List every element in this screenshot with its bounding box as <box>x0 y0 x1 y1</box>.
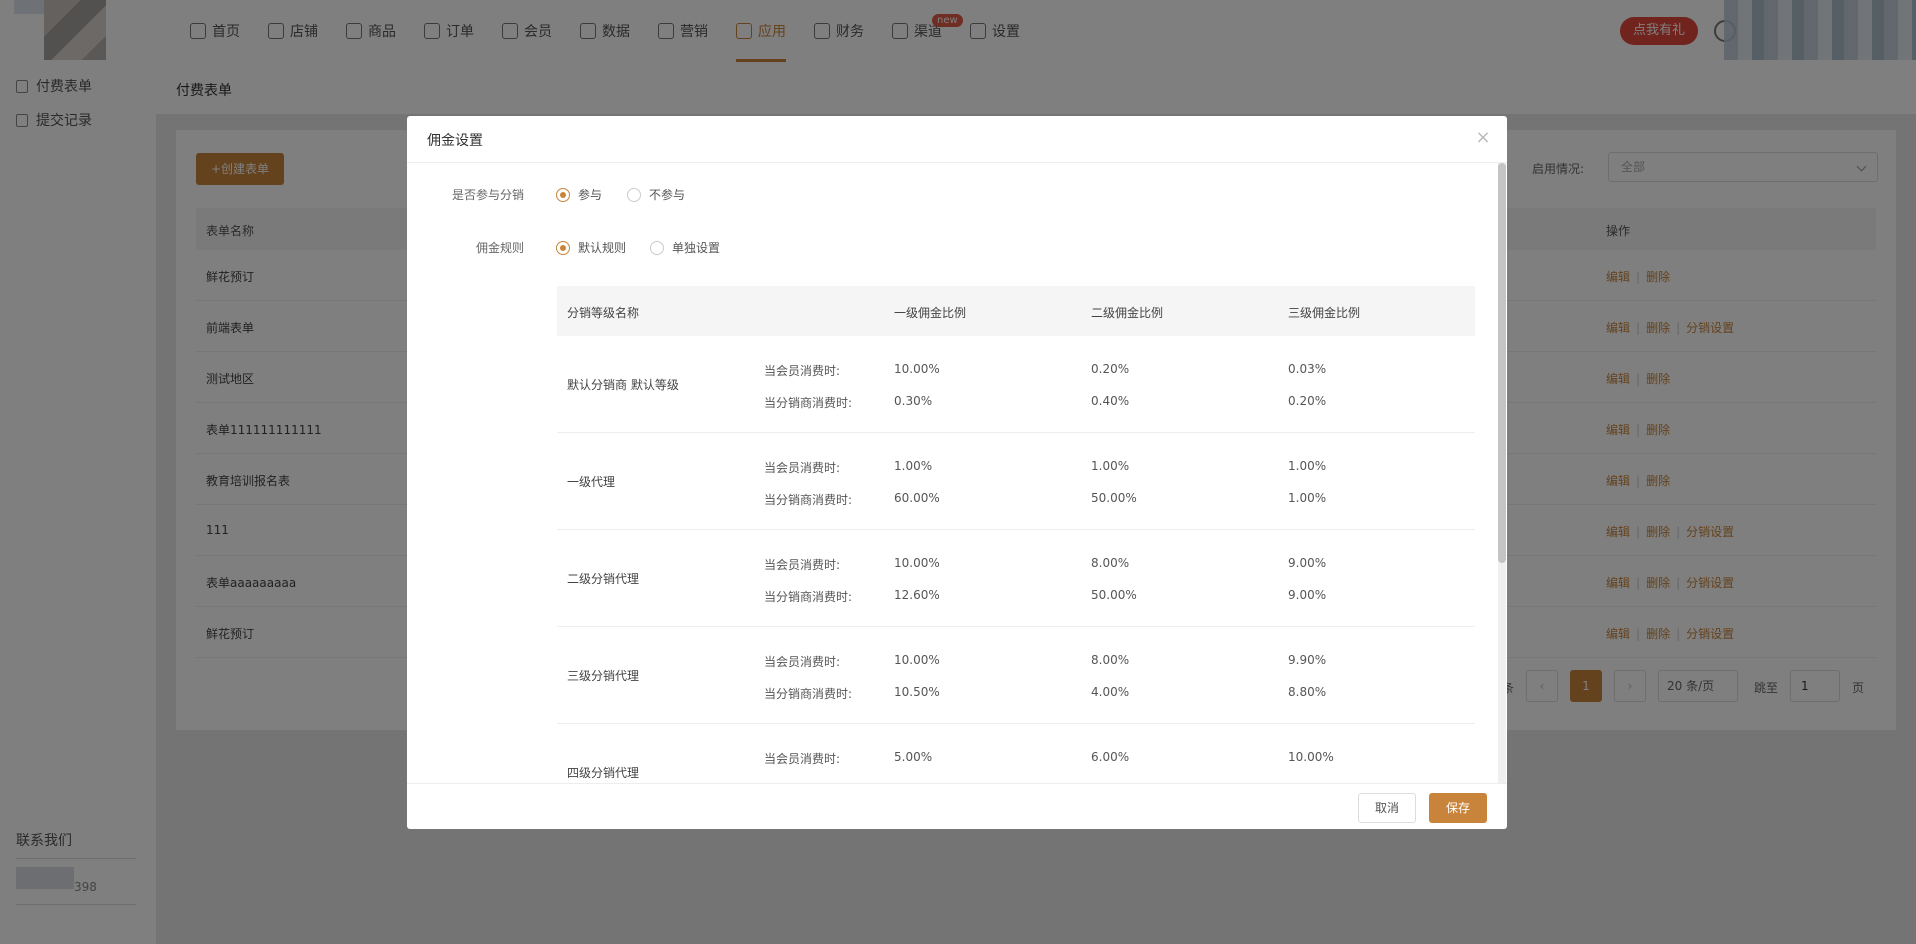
commission-row: 默认分销商 默认等级 当会员消费时: 当分销商消费时: 10.00% 0.30% 0.20… <box>557 336 1475 433</box>
commission-table-header: 分销等级名称 一级佣金比例 二级佣金比例 三级佣金比例 <box>557 286 1475 336</box>
member-rate-value: 10.00% <box>894 653 940 667</box>
header-level2: 二级佣金比例 <box>1091 306 1164 320</box>
member-rate-value: 8.00% <box>1091 556 1130 570</box>
distributor-rate-value: 50.00% <box>1091 491 1137 505</box>
level-name: 三级分销代理 <box>567 669 640 683</box>
commission-settings-dialog: 佣金设置 × 是否参与分销 参与 不参与 佣金规则 默认规则 单独设置 分销等级… <box>407 116 1507 829</box>
participate-label: 是否参与分销 <box>451 188 524 202</box>
rule-label: 佣金规则 <box>475 241 524 255</box>
member-rate-value: 1.00% <box>1288 459 1327 473</box>
header-level-name: 分销等级名称 <box>567 306 640 320</box>
scroll-thumb[interactable] <box>1498 163 1506 563</box>
level-name: 一级代理 <box>567 475 616 489</box>
radio-label: 参与 <box>578 188 603 202</box>
distributor-rate-value: 8.80% <box>1288 685 1327 699</box>
radio-dot <box>556 240 570 255</box>
distributor-rate-value: 60.00% <box>894 491 940 505</box>
participate-yes-radio[interactable]: 参与 <box>556 186 602 203</box>
rule-row: 佣金规则 默认规则 单独设置 <box>407 237 1487 257</box>
participate-row: 是否参与分销 参与 不参与 <box>407 184 1487 204</box>
save-button[interactable]: 保存 <box>1429 793 1487 823</box>
distributor-rate-value: 0.20% <box>1288 394 1327 408</box>
member-rate-value: 10.00% <box>1288 750 1334 764</box>
member-consume-label: 当会员消费时: <box>764 364 841 378</box>
member-consume-label: 当会员消费时: <box>764 558 841 572</box>
commission-row: 二级分销代理 当会员消费时: 当分销商消费时: 10.00% 12.60% 8.00% 50… <box>557 530 1475 627</box>
member-rate-value: 0.03% <box>1288 362 1327 376</box>
cancel-button[interactable]: 取消 <box>1358 793 1416 823</box>
distributor-consume-label: 当分销商消费时: <box>764 396 853 410</box>
commission-row: 三级分销代理 当会员消费时: 当分销商消费时: 10.00% 10.50% 8.00% 4.… <box>557 627 1475 724</box>
commission-row: 一级代理 当会员消费时: 当分销商消费时: 1.00% 60.00% 1.00% 50.00… <box>557 433 1475 530</box>
member-rate-value: 1.00% <box>1091 459 1130 473</box>
default-rule-radio[interactable]: 默认规则 <box>556 239 626 256</box>
dialog-header: 佣金设置 × <box>407 116 1507 163</box>
member-rate-value: 0.20% <box>1091 362 1130 376</box>
commission-row: 四级分销代理当会员消费时:当分销商消费时:5.00%5.00%6.00%6.00… <box>557 724 1475 783</box>
member-rate-value: 9.90% <box>1288 653 1327 667</box>
close-icon[interactable]: × <box>1475 129 1491 147</box>
member-rate-value: 10.00% <box>894 362 940 376</box>
participate-no-radio[interactable]: 不参与 <box>627 186 685 203</box>
member-consume-label: 当会员消费时: <box>764 655 841 669</box>
radio-label: 单独设置 <box>672 241 721 255</box>
member-consume-label: 当会员消费时: <box>764 752 841 766</box>
level-name: 默认分销商 默认等级 <box>567 378 679 392</box>
dialog-body: 是否参与分销 参与 不参与 佣金规则 默认规则 单独设置 分销等级名称 一级佣金… <box>407 163 1507 783</box>
radio-dot <box>650 240 664 255</box>
radio-dot <box>556 187 570 202</box>
member-rate-value: 1.00% <box>894 459 933 473</box>
member-rate-value: 5.00% <box>894 750 933 764</box>
level-name: 四级分销代理 <box>567 766 640 780</box>
member-rate-value: 10.00% <box>894 556 940 570</box>
member-rate-value: 8.00% <box>1091 653 1130 667</box>
dialog-footer: 取消 保存 <box>407 783 1507 829</box>
distributor-rate-value: 9.00% <box>1288 588 1327 602</box>
distributor-rate-value: 12.60% <box>894 588 940 602</box>
distributor-rate-value: 0.40% <box>1091 394 1130 408</box>
distributor-consume-label: 当分销商消费时: <box>764 590 853 604</box>
distributor-rate-value: 4.00% <box>1091 685 1130 699</box>
radio-label: 默认规则 <box>578 241 627 255</box>
custom-rule-radio[interactable]: 单独设置 <box>650 239 720 256</box>
distributor-consume-label: 当分销商消费时: <box>764 687 853 701</box>
radio-label: 不参与 <box>649 188 686 202</box>
distributor-rate-value: 0.30% <box>894 394 933 408</box>
dialog-title: 佣金设置 <box>427 133 483 149</box>
member-rate-value: 9.00% <box>1288 556 1327 570</box>
dialog-scrollbar[interactable] <box>1498 163 1506 783</box>
header-level3: 三级佣金比例 <box>1288 306 1361 320</box>
distributor-rate-value: 10.50% <box>894 685 940 699</box>
distributor-rate-value: 1.00% <box>1288 491 1327 505</box>
radio-dot <box>627 187 641 202</box>
level-name: 二级分销代理 <box>567 572 640 586</box>
header-level1: 一级佣金比例 <box>894 306 967 320</box>
distributor-rate-value: 50.00% <box>1091 588 1137 602</box>
distributor-consume-label: 当分销商消费时: <box>764 493 853 507</box>
member-rate-value: 6.00% <box>1091 750 1130 764</box>
member-consume-label: 当会员消费时: <box>764 461 841 475</box>
